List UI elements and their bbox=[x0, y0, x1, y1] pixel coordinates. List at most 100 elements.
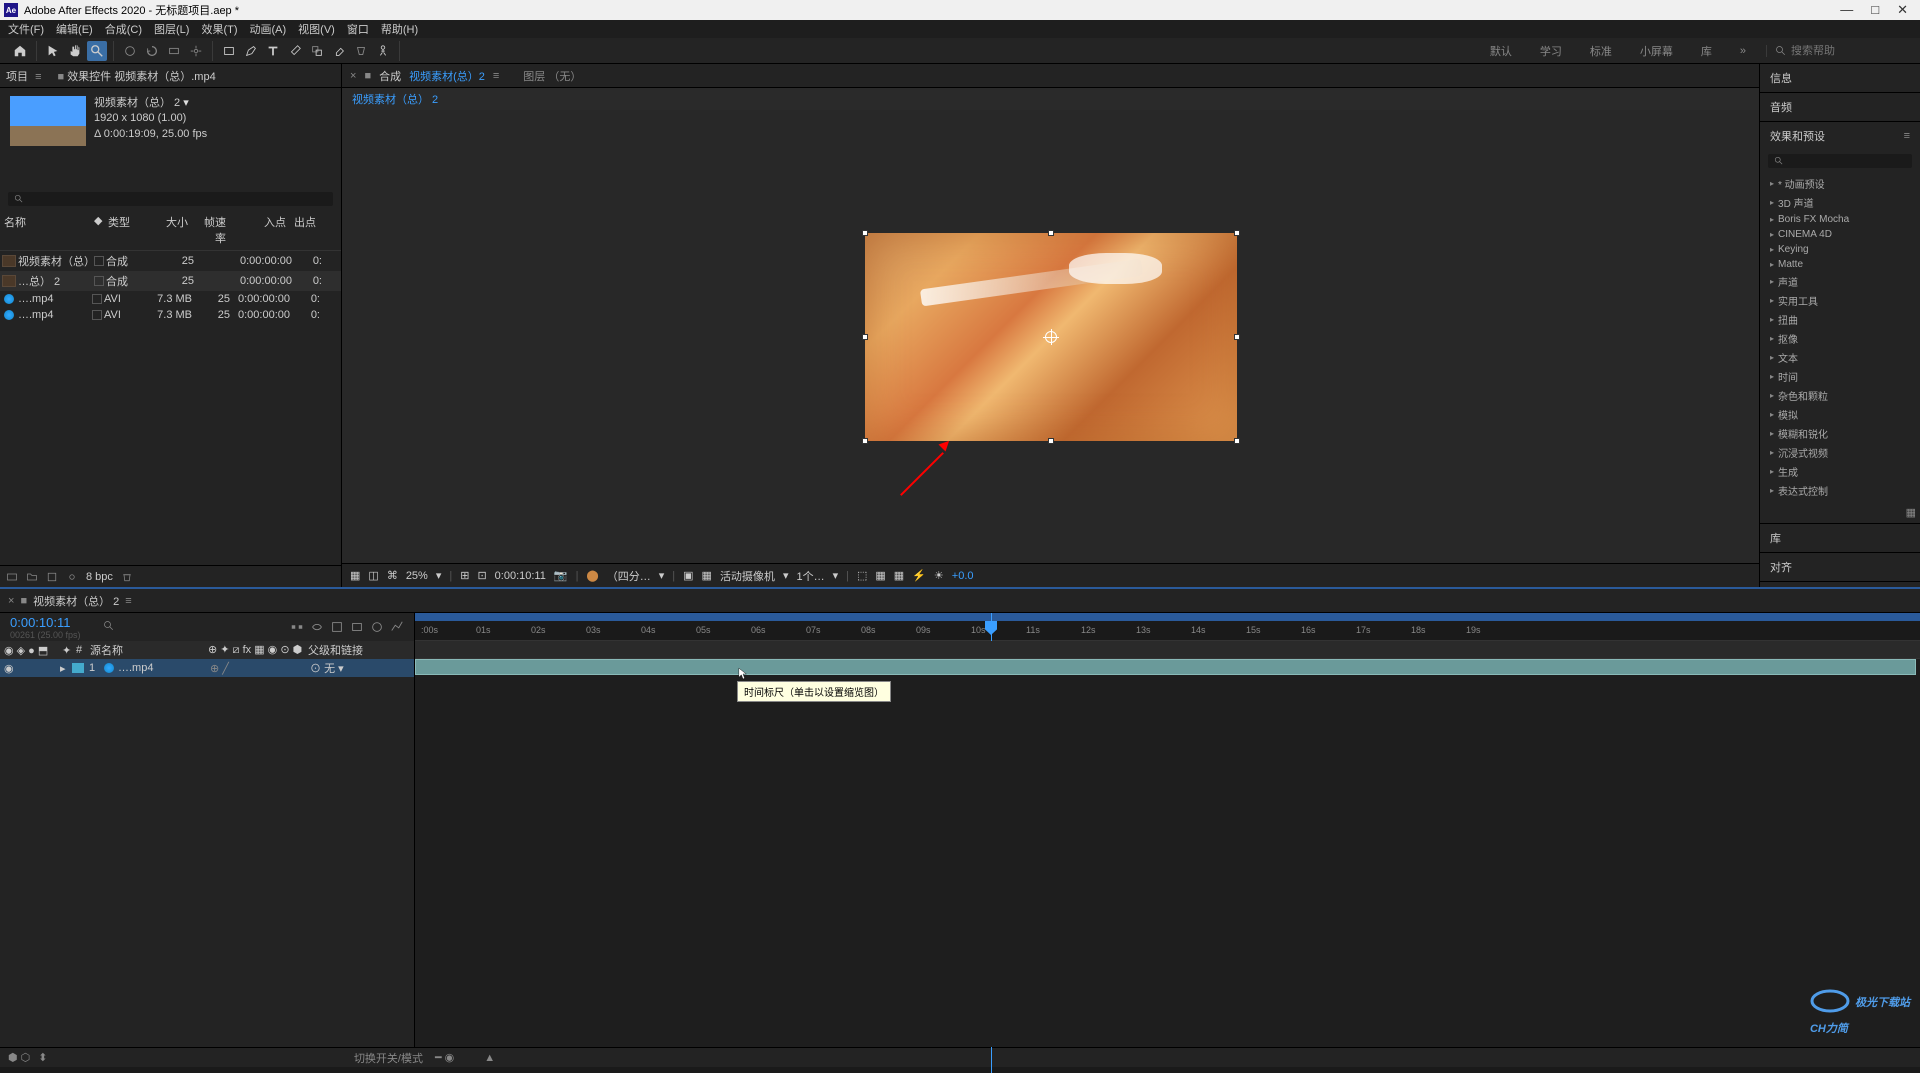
motion-blur-icon[interactable] bbox=[370, 620, 384, 634]
align-panel-header[interactable]: 对齐 bbox=[1760, 553, 1920, 581]
menu-help[interactable]: 帮助(H) bbox=[381, 21, 418, 37]
project-tab[interactable]: 项目 ≡ bbox=[6, 68, 41, 84]
resize-handle[interactable] bbox=[862, 230, 868, 236]
effects-panel-header[interactable]: 效果和预设≡ bbox=[1760, 122, 1920, 150]
fast-preview-icon[interactable]: ⚡ bbox=[912, 569, 926, 582]
effect-category[interactable]: Boris FX Mocha bbox=[1760, 212, 1920, 227]
puppet-tool[interactable] bbox=[373, 41, 393, 61]
zoom-dropdown[interactable]: 25% bbox=[406, 570, 428, 582]
effect-category[interactable]: 沉浸式视频 bbox=[1760, 443, 1920, 462]
search-help-input[interactable] bbox=[1791, 45, 1891, 57]
draft-icon[interactable]: ▦ bbox=[894, 569, 904, 582]
pen-tool[interactable] bbox=[241, 41, 261, 61]
composition-viewer[interactable] bbox=[342, 110, 1759, 563]
bpc-label[interactable]: 8 bpc bbox=[86, 571, 113, 583]
layer-tab[interactable]: 图层 （无） bbox=[523, 68, 581, 84]
project-item[interactable]: ….mp4 AVI 7.3 MB 25 0:00:00:00 0: bbox=[0, 291, 341, 307]
zoom-out-icon[interactable]: ━ ◉ bbox=[435, 1051, 454, 1064]
effect-category[interactable]: CINEMA 4D bbox=[1760, 227, 1920, 242]
work-area[interactable] bbox=[415, 613, 1920, 621]
shy-icon[interactable] bbox=[310, 620, 324, 634]
resize-handle[interactable] bbox=[1234, 334, 1240, 340]
resize-handle[interactable] bbox=[1234, 438, 1240, 444]
workspace-default[interactable]: 默认 bbox=[1478, 39, 1524, 63]
tag-box[interactable] bbox=[94, 256, 104, 266]
menu-view[interactable]: 视图(V) bbox=[298, 21, 335, 37]
effect-category[interactable]: Keying bbox=[1760, 242, 1920, 257]
anchor-point[interactable] bbox=[1045, 331, 1057, 343]
parent-dropdown[interactable]: ⊙ 无 ▾ bbox=[310, 660, 344, 676]
resize-handle[interactable] bbox=[862, 334, 868, 340]
effect-category[interactable]: 模糊和锐化 bbox=[1760, 424, 1920, 443]
toggle-switches-icon[interactable]: ⬢ ⬡ bbox=[8, 1051, 30, 1064]
tag-box[interactable] bbox=[94, 276, 104, 286]
mask-icon[interactable]: ◫ bbox=[368, 569, 378, 582]
effect-category[interactable]: 3D 声道 bbox=[1760, 193, 1920, 212]
effect-category[interactable]: 时间 bbox=[1760, 367, 1920, 386]
composition-breadcrumb[interactable]: 视频素材（总） 2 bbox=[342, 88, 1759, 110]
settings-icon[interactable] bbox=[66, 571, 78, 583]
toggle-switches-label[interactable]: 切换开关/模式 bbox=[354, 1050, 423, 1066]
clone-tool[interactable] bbox=[307, 41, 327, 61]
rectangle-tool[interactable] bbox=[219, 41, 239, 61]
timeline-search-icon[interactable] bbox=[103, 620, 115, 632]
visibility-toggle[interactable]: ◉ bbox=[4, 662, 16, 675]
menu-animation[interactable]: 动画(A) bbox=[250, 21, 287, 37]
effect-category[interactable]: 声道 bbox=[1760, 272, 1920, 291]
zoom-in-icon[interactable]: ▲ bbox=[484, 1052, 495, 1064]
exposure-value[interactable]: +0.0 bbox=[952, 570, 974, 582]
trash-icon[interactable] bbox=[121, 571, 133, 583]
project-item[interactable]: ….mp4 AVI 7.3 MB 25 0:00:00:00 0: bbox=[0, 307, 341, 323]
transparency-icon[interactable]: ▦ bbox=[702, 569, 712, 582]
3d-icon[interactable]: ▦ bbox=[875, 569, 885, 582]
menu-layer[interactable]: 图层(L) bbox=[154, 21, 189, 37]
active-composition-tab[interactable]: 视频素材(总）2 bbox=[409, 68, 485, 84]
menu-file[interactable]: 文件(F) bbox=[8, 21, 44, 37]
menu-composition[interactable]: 合成(C) bbox=[105, 21, 142, 37]
project-item[interactable]: 视频素材（总） 合成 25 0:00:00:00 0: bbox=[0, 251, 341, 271]
effect-category[interactable]: 生成 bbox=[1760, 462, 1920, 481]
reticle-icon[interactable]: ⊞ bbox=[460, 569, 469, 582]
effect-category[interactable]: 表达式控制 bbox=[1760, 481, 1920, 500]
video-layer[interactable] bbox=[865, 233, 1237, 441]
camera-tool[interactable] bbox=[164, 41, 184, 61]
camera-dropdown[interactable]: 活动摄像机 bbox=[720, 568, 775, 584]
graph-editor-icon[interactable] bbox=[390, 620, 404, 634]
resize-handle[interactable] bbox=[1234, 230, 1240, 236]
folder-icon[interactable] bbox=[26, 571, 38, 583]
effect-category[interactable]: Matte bbox=[1760, 257, 1920, 272]
orbit-tool[interactable] bbox=[120, 41, 140, 61]
exposure-icon[interactable]: ☀ bbox=[934, 569, 944, 582]
project-item[interactable]: …总） 2 合成 25 0:00:00:00 0: bbox=[0, 271, 341, 291]
apply-effect-icon[interactable]: ▦ bbox=[1906, 507, 1916, 519]
new-comp-icon[interactable] bbox=[46, 571, 58, 583]
timecode-display[interactable]: 0:00:10:11 bbox=[495, 570, 546, 582]
effect-controls-tab[interactable]: ■ 效果控件 视频素材（总）.mp4 bbox=[57, 68, 215, 84]
expand-icon[interactable]: ⬍ bbox=[38, 1051, 47, 1064]
composition-thumbnail[interactable] bbox=[10, 96, 86, 146]
library-panel-header[interactable]: 库 bbox=[1760, 524, 1920, 552]
resize-handle[interactable] bbox=[1048, 438, 1054, 444]
alpha-icon[interactable]: ⌘ bbox=[387, 569, 398, 582]
maximize-button[interactable]: □ bbox=[1871, 2, 1879, 18]
snapshot-icon[interactable]: 📷 bbox=[554, 569, 568, 582]
zoom-tool[interactable] bbox=[87, 41, 107, 61]
timeline-tab[interactable]: 视频素材（总） 2 bbox=[33, 593, 119, 609]
project-search[interactable] bbox=[8, 192, 333, 206]
menu-edit[interactable]: 编辑(E) bbox=[56, 21, 93, 37]
resize-handle[interactable] bbox=[1048, 230, 1054, 236]
workspace-more[interactable]: » bbox=[1728, 41, 1758, 61]
tag-box[interactable] bbox=[92, 310, 102, 320]
workspace-learn[interactable]: 学习 bbox=[1528, 39, 1574, 63]
source-name-header[interactable]: 源名称 bbox=[90, 642, 208, 658]
time-ruler[interactable]: :00s01s02s03s04s05s06s07s08s09s10s11s12s… bbox=[415, 613, 1920, 641]
eraser-tool[interactable] bbox=[329, 41, 349, 61]
info-panel-header[interactable]: 信息 bbox=[1760, 64, 1920, 92]
effect-category[interactable]: 文本 bbox=[1760, 348, 1920, 367]
render-icon[interactable]: ⬚ bbox=[857, 569, 867, 582]
roto-tool[interactable] bbox=[351, 41, 371, 61]
home-button[interactable] bbox=[10, 41, 30, 61]
audio-panel-header[interactable]: 音频 bbox=[1760, 93, 1920, 121]
roi-icon[interactable]: ▣ bbox=[683, 569, 693, 582]
views-dropdown[interactable]: 1个… bbox=[796, 568, 824, 584]
